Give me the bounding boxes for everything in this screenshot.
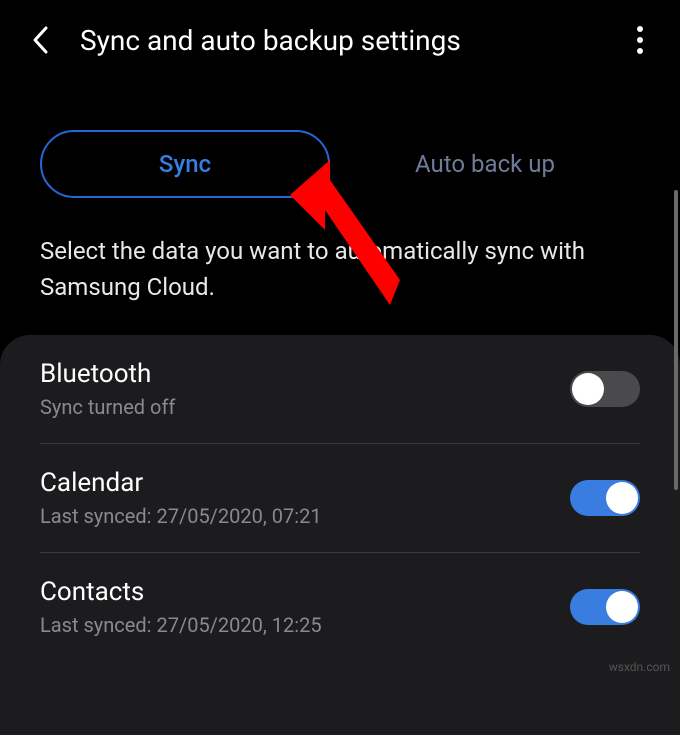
description-text: Select the data you want to automaticall…	[0, 218, 680, 335]
tab-sync[interactable]: Sync	[40, 130, 330, 198]
row-text: Bluetooth Sync turned off	[40, 359, 570, 419]
chevron-left-icon	[31, 25, 49, 55]
tabs: Sync Auto back up	[0, 70, 680, 218]
toggle-contacts[interactable]	[570, 589, 640, 625]
row-title: Contacts	[40, 577, 570, 607]
watermark: wsxdn.com	[609, 660, 670, 674]
more-vertical-icon	[636, 25, 644, 55]
row-contacts[interactable]: Contacts Last synced: 27/05/2020, 12:25	[40, 553, 640, 661]
row-bluetooth[interactable]: Bluetooth Sync turned off	[40, 335, 640, 444]
back-button[interactable]	[20, 20, 60, 60]
row-title: Calendar	[40, 468, 570, 498]
row-title: Bluetooth	[40, 359, 570, 389]
row-text: Calendar Last synced: 27/05/2020, 07:21	[40, 468, 570, 528]
row-calendar[interactable]: Calendar Last synced: 27/05/2020, 07:21	[40, 444, 640, 553]
toggle-knob	[572, 373, 604, 405]
page-title: Sync and auto backup settings	[80, 24, 620, 57]
sync-options-card: Bluetooth Sync turned off Calendar Last …	[0, 335, 680, 735]
header: Sync and auto backup settings	[0, 0, 680, 70]
toggle-bluetooth[interactable]	[570, 371, 640, 407]
more-options-button[interactable]	[620, 20, 660, 60]
toggle-knob	[606, 482, 638, 514]
row-subtitle: Sync turned off	[40, 395, 570, 419]
scrollbar[interactable]	[674, 190, 678, 490]
row-text: Contacts Last synced: 27/05/2020, 12:25	[40, 577, 570, 637]
row-subtitle: Last synced: 27/05/2020, 12:25	[40, 613, 570, 637]
row-subtitle: Last synced: 27/05/2020, 07:21	[40, 504, 570, 528]
toggle-knob	[606, 591, 638, 623]
toggle-calendar[interactable]	[570, 480, 640, 516]
tab-auto-backup[interactable]: Auto back up	[340, 130, 630, 198]
